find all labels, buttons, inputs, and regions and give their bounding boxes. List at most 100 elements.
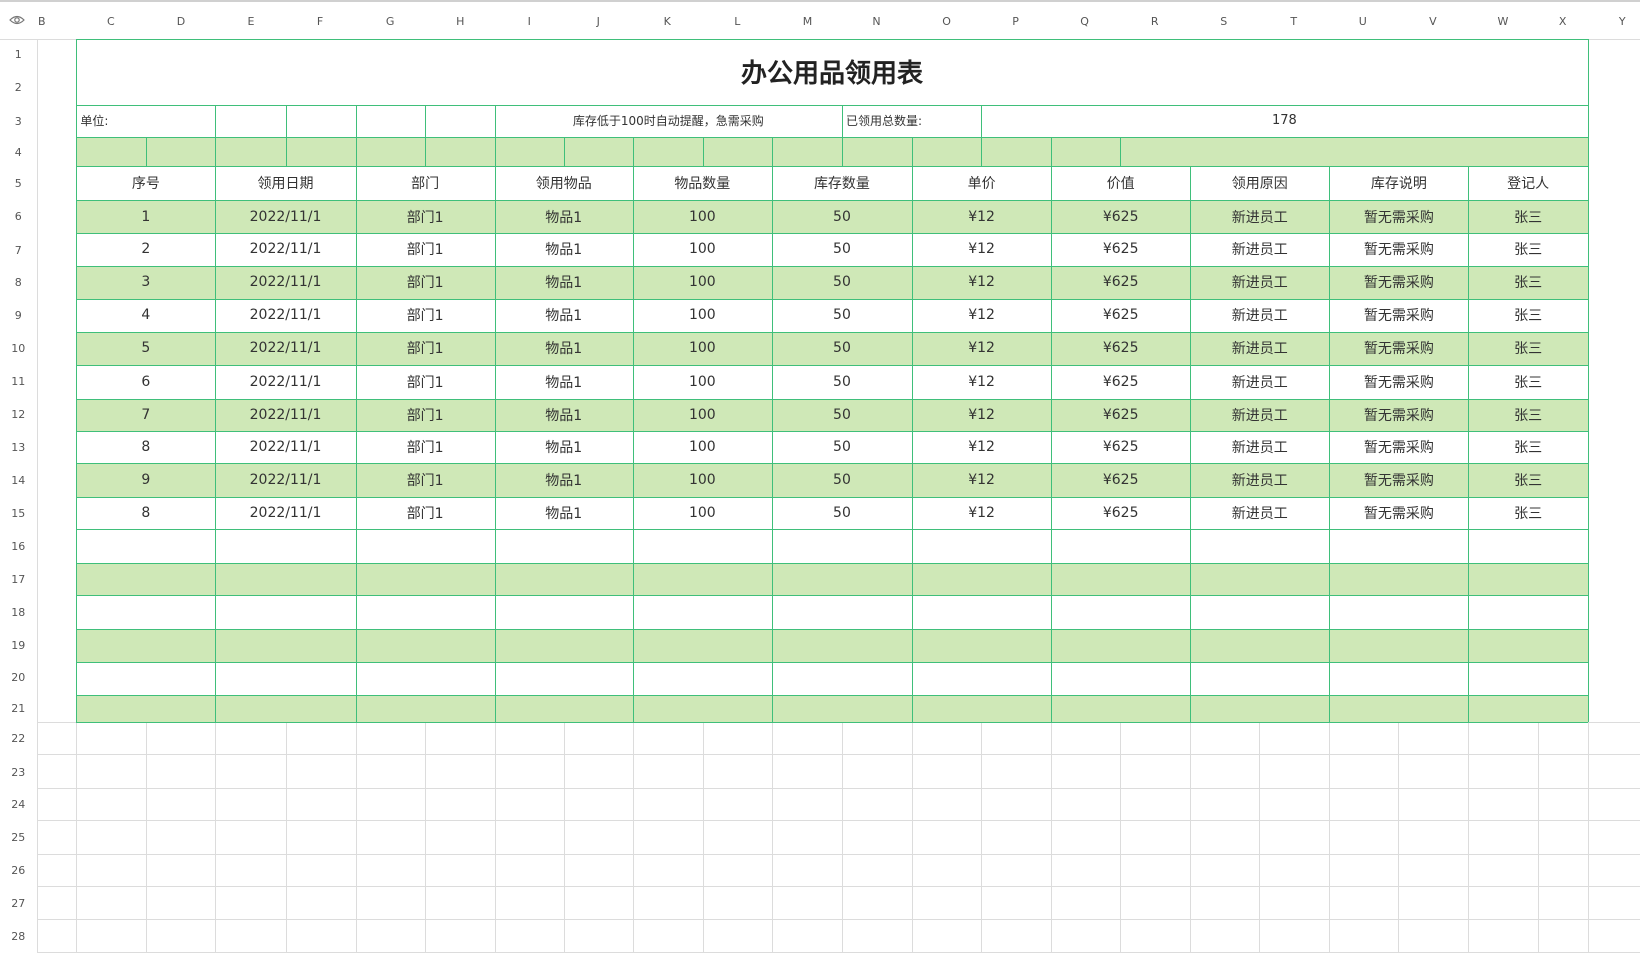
table-cell[interactable]: 新进员工: [1190, 233, 1329, 265]
table-cell[interactable]: 2022/11/1: [215, 431, 355, 463]
table-cell[interactable]: ¥625: [1051, 332, 1190, 365]
row-header-24[interactable]: 24: [0, 794, 37, 814]
table-cell[interactable]: 物品1: [495, 299, 633, 331]
total-quantity-value[interactable]: 178: [981, 105, 1588, 137]
row-header-2[interactable]: 2: [0, 78, 37, 98]
table-cell[interactable]: 新进员工: [1190, 463, 1329, 496]
table-cell[interactable]: ¥625: [1051, 365, 1190, 398]
table-cell[interactable]: 张三: [1468, 233, 1587, 265]
column-header-s[interactable]: S: [1208, 6, 1240, 37]
table-cell[interactable]: ¥12: [912, 332, 1051, 365]
row-header-16[interactable]: 16: [0, 536, 37, 556]
table-cell[interactable]: 暂无需采购: [1329, 200, 1468, 233]
header-date[interactable]: 领用日期: [215, 166, 355, 199]
table-cell[interactable]: 张三: [1468, 299, 1587, 331]
table-cell[interactable]: 8: [76, 431, 215, 463]
table-cell[interactable]: 100: [633, 431, 772, 463]
table-cell[interactable]: 暂无需采购: [1329, 233, 1468, 265]
table-cell[interactable]: 暂无需采购: [1329, 332, 1468, 365]
table-cell[interactable]: 50: [772, 299, 912, 331]
row-header-23[interactable]: 23: [0, 762, 37, 782]
table-cell[interactable]: 暂无需采购: [1329, 497, 1468, 529]
row-header-22[interactable]: 22: [0, 729, 37, 749]
header-department[interactable]: 部门: [356, 166, 495, 199]
table-cell[interactable]: 2022/11/1: [215, 299, 355, 331]
row-header-14[interactable]: 14: [0, 470, 37, 490]
header-stock[interactable]: 库存数量: [772, 166, 912, 199]
table-cell[interactable]: 新进员工: [1190, 497, 1329, 529]
column-header-i[interactable]: I: [513, 6, 545, 37]
table-cell[interactable]: 部门1: [356, 332, 495, 365]
table-cell[interactable]: ¥625: [1051, 399, 1190, 431]
table-cell[interactable]: ¥625: [1051, 233, 1190, 265]
table-cell[interactable]: ¥12: [912, 399, 1051, 431]
column-header-c[interactable]: C: [95, 6, 127, 37]
header-unit-price[interactable]: 单价: [912, 166, 1051, 199]
header-item[interactable]: 领用物品: [495, 166, 633, 199]
column-header-g[interactable]: G: [374, 6, 406, 37]
table-cell[interactable]: 50: [772, 399, 912, 431]
row-header-7[interactable]: 7: [0, 240, 37, 260]
table-cell[interactable]: 物品1: [495, 497, 633, 529]
table-cell[interactable]: 新进员工: [1190, 332, 1329, 365]
sheet-title[interactable]: 办公用品领用表: [76, 39, 1587, 105]
table-cell[interactable]: 100: [633, 233, 772, 265]
row-header-9[interactable]: 9: [0, 306, 37, 326]
table-cell[interactable]: 部门1: [356, 200, 495, 233]
column-header-o[interactable]: O: [931, 6, 963, 37]
column-header-r[interactable]: R: [1139, 6, 1171, 37]
header-value[interactable]: 价值: [1051, 166, 1190, 199]
table-cell[interactable]: 部门1: [356, 266, 495, 299]
table-cell[interactable]: 新进员工: [1190, 299, 1329, 331]
header-quantity[interactable]: 物品数量: [633, 166, 772, 199]
column-header-d[interactable]: D: [165, 6, 197, 37]
table-cell[interactable]: ¥625: [1051, 463, 1190, 496]
table-cell[interactable]: ¥12: [912, 365, 1051, 398]
header-seq[interactable]: 序号: [76, 166, 215, 199]
table-cell[interactable]: 6: [76, 365, 215, 398]
row-header-12[interactable]: 12: [0, 404, 37, 424]
table-cell[interactable]: ¥625: [1051, 299, 1190, 331]
column-header-x[interactable]: X: [1547, 6, 1579, 37]
table-cell[interactable]: 物品1: [495, 399, 633, 431]
column-header-k[interactable]: K: [651, 6, 683, 37]
row-header-19[interactable]: 19: [0, 635, 37, 655]
table-cell[interactable]: 张三: [1468, 365, 1587, 398]
table-cell[interactable]: 50: [772, 200, 912, 233]
row-header-8[interactable]: 8: [0, 272, 37, 292]
table-cell[interactable]: 物品1: [495, 365, 633, 398]
table-cell[interactable]: 暂无需采购: [1329, 299, 1468, 331]
table-cell[interactable]: 张三: [1468, 399, 1587, 431]
table-cell[interactable]: 8: [76, 497, 215, 529]
column-header-j[interactable]: J: [582, 6, 614, 37]
table-cell[interactable]: 4: [76, 299, 215, 331]
table-cell[interactable]: 3: [76, 266, 215, 299]
column-header-m[interactable]: M: [791, 6, 823, 37]
table-cell[interactable]: 50: [772, 332, 912, 365]
column-header-q[interactable]: Q: [1069, 6, 1101, 37]
table-cell[interactable]: ¥625: [1051, 497, 1190, 529]
table-cell[interactable]: ¥12: [912, 266, 1051, 299]
column-header-t[interactable]: T: [1278, 6, 1310, 37]
table-cell[interactable]: 新进员工: [1190, 266, 1329, 299]
row-header-18[interactable]: 18: [0, 602, 37, 622]
table-cell[interactable]: 7: [76, 399, 215, 431]
table-cell[interactable]: 暂无需采购: [1329, 399, 1468, 431]
table-cell[interactable]: 物品1: [495, 200, 633, 233]
row-header-17[interactable]: 17: [0, 570, 37, 590]
table-cell[interactable]: 新进员工: [1190, 200, 1329, 233]
table-cell[interactable]: 100: [633, 299, 772, 331]
table-cell[interactable]: ¥625: [1051, 266, 1190, 299]
table-cell[interactable]: 张三: [1468, 431, 1587, 463]
table-cell[interactable]: 2022/11/1: [215, 365, 355, 398]
stock-alert-note[interactable]: 库存低于100时自动提醒，急需采购: [495, 105, 842, 137]
table-cell[interactable]: 部门1: [356, 233, 495, 265]
table-cell[interactable]: 物品1: [495, 431, 633, 463]
column-header-y[interactable]: Y: [1606, 6, 1638, 37]
table-cell[interactable]: 100: [633, 332, 772, 365]
row-header-10[interactable]: 10: [0, 338, 37, 358]
row-header-13[interactable]: 13: [0, 438, 37, 458]
row-header-11[interactable]: 11: [0, 372, 37, 392]
table-cell[interactable]: 2022/11/1: [215, 497, 355, 529]
table-cell[interactable]: 张三: [1468, 332, 1587, 365]
